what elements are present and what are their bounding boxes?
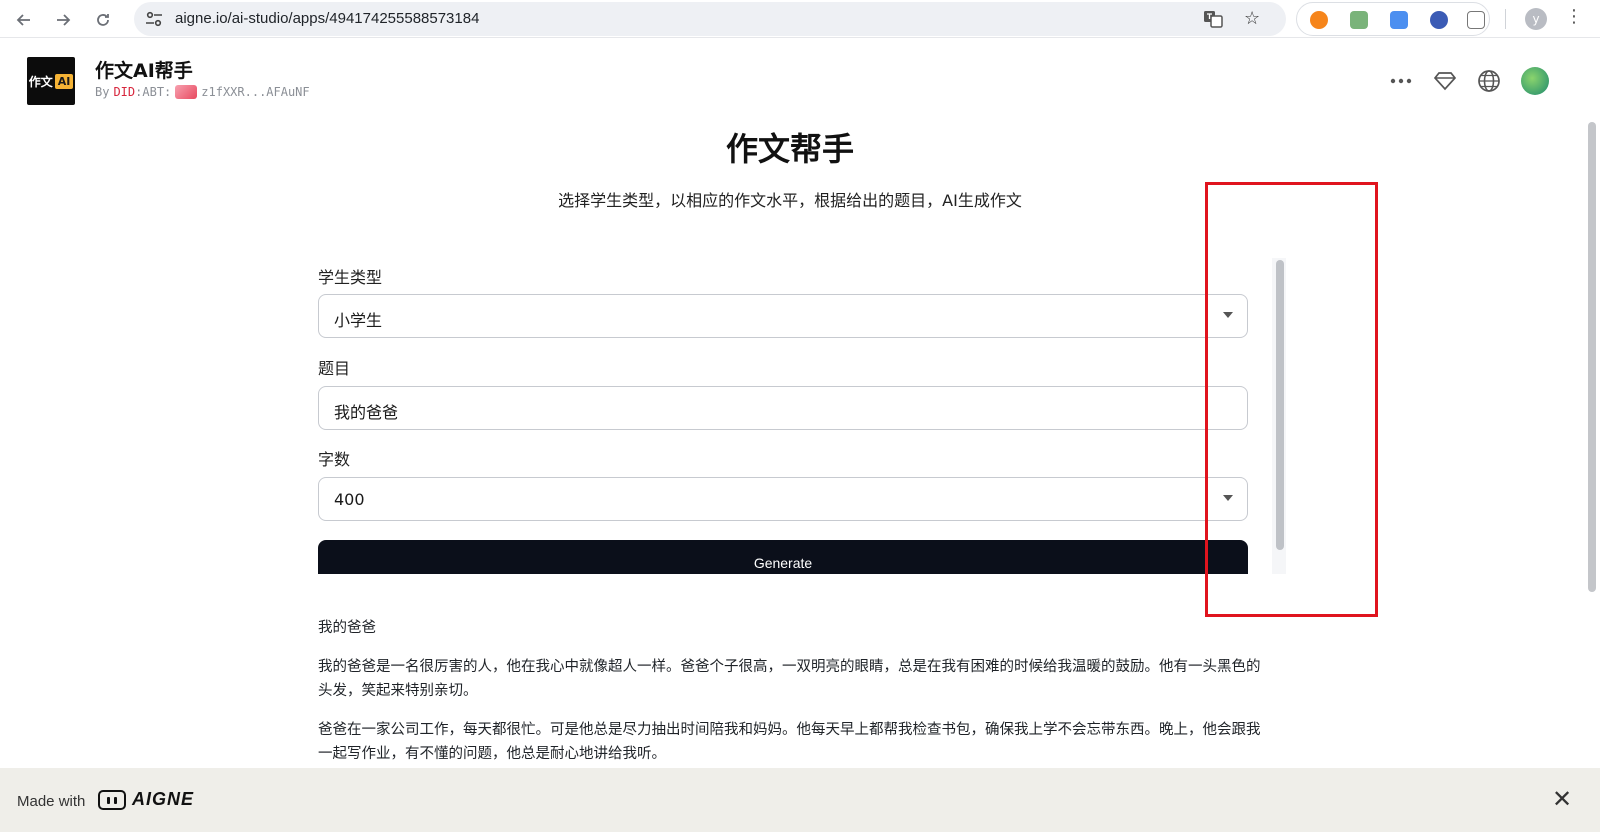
topic-input[interactable]: 我的爸爸 bbox=[318, 386, 1248, 430]
puzzle-extensions-icon[interactable] bbox=[1467, 11, 1485, 29]
more-options-icon[interactable] bbox=[1388, 68, 1414, 94]
check-extension-icon[interactable] bbox=[1430, 11, 1448, 29]
did-label: DID bbox=[113, 85, 136, 99]
forward-arrow-icon[interactable] bbox=[50, 7, 76, 33]
reload-icon[interactable] bbox=[90, 7, 116, 33]
made-with-text: Made with bbox=[17, 793, 86, 810]
url-text[interactable]: aigne.io/ai-studio/apps/4941742555885731… bbox=[175, 10, 479, 27]
app-logo[interactable]: 作文 AI bbox=[27, 57, 75, 105]
bookmark-star-icon[interactable]: ☆ bbox=[1244, 8, 1260, 29]
did-address[interactable]: z1fXXR...AFAuNF bbox=[201, 85, 309, 99]
did-scheme: :ABT: bbox=[135, 85, 172, 99]
browser-menu-icon[interactable]: ⋮ bbox=[1565, 6, 1583, 27]
by-label: By bbox=[95, 85, 110, 99]
metamask-extension-icon[interactable] bbox=[1310, 11, 1328, 29]
globe-icon[interactable] bbox=[1476, 68, 1502, 94]
highlight-annotation-box bbox=[1205, 182, 1378, 617]
essay-paragraph: 我的爸爸是一名很厉害的人，他在我心中就像超人一样。爸爸个子很高，一双明亮的眼睛，… bbox=[318, 659, 1261, 699]
address-bar[interactable]: aigne.io/ai-studio/apps/4941742555885731… bbox=[134, 2, 1286, 36]
word-count-value: 400 bbox=[334, 490, 365, 509]
logo-text: 作文 bbox=[28, 74, 53, 89]
aigne-brand-link[interactable]: AIGNE bbox=[98, 789, 194, 810]
site-settings-icon[interactable] bbox=[144, 10, 164, 28]
essay-paragraph: 爸爸在一家公司工作，每天都很忙。可是他总是尽力抽出时间陪我和妈妈。他每天早上都帮… bbox=[318, 722, 1261, 762]
did-avatar bbox=[175, 85, 198, 99]
back-arrow-icon[interactable] bbox=[11, 7, 37, 33]
app-header: 作文 AI 作文AI帮手 By DID:ABT: z1fXXR...AFAuNF bbox=[0, 44, 1580, 116]
student-type-label: 学生类型 bbox=[318, 268, 383, 287]
page-scrollbar-thumb[interactable] bbox=[1588, 122, 1596, 592]
made-with-banner: Made with AIGNE ✕ bbox=[0, 768, 1600, 832]
page-title: 作文帮手 bbox=[725, 130, 854, 168]
window-extension-icon[interactable] bbox=[1390, 11, 1408, 29]
essay-title: 我的爸爸 bbox=[318, 620, 376, 636]
word-count-select[interactable]: 400 bbox=[318, 477, 1248, 521]
logo-badge: AI bbox=[54, 73, 74, 89]
generate-button[interactable]: Generate bbox=[318, 540, 1248, 574]
diamond-icon[interactable] bbox=[1432, 68, 1458, 94]
student-type-value: 小学生 bbox=[334, 311, 383, 330]
aigne-brand-text: AIGNE bbox=[132, 789, 195, 809]
input-form: 学生类型 小学生 题目 我的爸爸 字数 400 Generate bbox=[318, 258, 1292, 574]
app-author: By DID:ABT: z1fXXR...AFAuNF bbox=[95, 85, 310, 99]
topic-label: 题目 bbox=[318, 359, 351, 378]
aigne-logo-icon bbox=[98, 789, 126, 810]
generated-essay: 我的爸爸 我的爸爸是一名很厉害的人，他在我心中就像超人一样。爸爸个子很高，一双明… bbox=[318, 616, 1268, 781]
extension-icon[interactable] bbox=[1350, 11, 1368, 29]
app-title: 作文AI帮手 bbox=[95, 60, 193, 82]
close-icon[interactable]: ✕ bbox=[1552, 785, 1572, 813]
topic-value: 我的爸爸 bbox=[334, 403, 399, 422]
browser-toolbar: aigne.io/ai-studio/apps/4941742555885731… bbox=[0, 0, 1600, 38]
user-avatar[interactable] bbox=[1521, 67, 1549, 95]
profile-avatar[interactable]: y bbox=[1525, 8, 1547, 30]
extensions-group bbox=[1296, 2, 1490, 36]
student-type-select[interactable]: 小学生 bbox=[318, 294, 1248, 338]
word-count-label: 字数 bbox=[318, 450, 351, 469]
translate-icon[interactable] bbox=[1203, 10, 1223, 28]
toolbar-divider bbox=[1505, 9, 1506, 29]
